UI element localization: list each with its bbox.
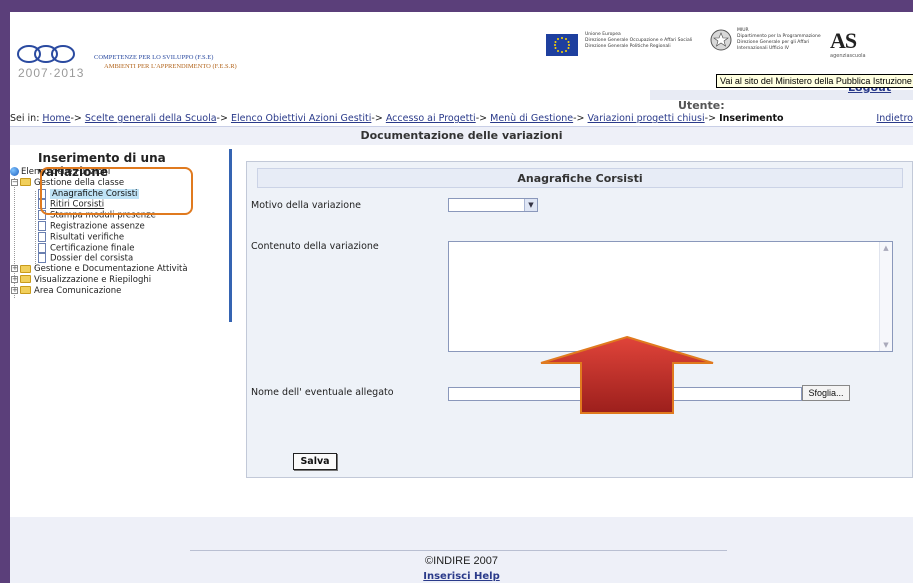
breadcrumb: Sei in: Home-> Scelte generali della Scu…	[10, 113, 913, 127]
contenuto-label: Contenuto della variazione	[251, 241, 379, 252]
tree-item-dossier[interactable]: Dossier del corsista	[10, 253, 228, 264]
miur-caption: MIUR Dipartimento per la Programmazione …	[737, 28, 821, 51]
copyright: ©INDIRE 2007	[425, 555, 498, 567]
ministry-tooltip: Vai al sito del Ministero della Pubblica…	[716, 74, 913, 88]
collapse-icon[interactable]: −	[11, 178, 18, 186]
allegato-label: Nome dell' eventuale allegato	[251, 387, 394, 398]
breadcrumb-separator: ->	[573, 113, 588, 124]
variation-form: Anagrafiche Corsisti Motivo della variaz…	[246, 161, 913, 478]
motivo-select[interactable]: ▼	[448, 198, 538, 212]
highlight-annotation	[40, 167, 193, 215]
breadcrumb-separator: ->	[704, 113, 720, 124]
expand-icon[interactable]: +	[11, 275, 18, 283]
logo-years: 2007·2013	[18, 66, 85, 80]
arrow-up-icon	[540, 335, 714, 414]
tree-item-label: Registrazione assenze	[50, 221, 145, 232]
footer-divider	[190, 550, 727, 551]
page-icon	[38, 220, 46, 231]
tree-group-label: Area Comunicazione	[34, 285, 122, 296]
logo-tagline-1: COMPETENZE PER LO SVILUPPO (F.S.E)	[94, 54, 214, 61]
page-frame: 2007·2013 COMPETENZE PER LO SVILUPPO (F.…	[10, 12, 913, 583]
page-icon	[38, 242, 46, 253]
folder-icon	[20, 264, 31, 273]
tree-item-label: Risultati verifiche	[50, 232, 125, 243]
tree-group-comunicazione[interactable]: + Area Comunicazione	[10, 286, 228, 297]
republic-emblem-icon[interactable]	[710, 28, 732, 52]
tree-item-assenze[interactable]: Registrazione assenze	[10, 220, 228, 232]
scroll-up-icon[interactable]: ▲	[880, 242, 892, 254]
folder-open-icon	[20, 178, 31, 187]
breadcrumb-prefix: Sei in:	[10, 113, 43, 124]
user-label: Utente:	[678, 99, 725, 112]
tree-item-label: Dossier del corsista	[50, 253, 134, 264]
save-button[interactable]: Salva	[293, 453, 337, 470]
motivo-label: Motivo della variazione	[251, 200, 361, 211]
tree-group-label: Gestione e Documentazione Attività	[34, 264, 188, 275]
breadcrumb-obiettivi[interactable]: Elenco Obiettivi Azioni Gestiti	[231, 113, 371, 124]
breadcrumb-home[interactable]: Home	[42, 113, 70, 124]
breadcrumb-current: Inserimento	[719, 113, 784, 124]
textarea-scrollbar[interactable]: ▲ ▼	[879, 242, 892, 351]
breadcrumb-progetti[interactable]: Accesso ai Progetti	[386, 113, 476, 124]
tree-group-visualizzazione[interactable]: + Visualizzazione e Riepiloghi	[10, 275, 228, 286]
page-title: Documentazione delle variazioni	[10, 127, 913, 145]
tree-group-label: Visualizzazione e Riepiloghi	[34, 274, 152, 285]
agenzia-scuola-caption: agenziascuola	[830, 53, 866, 59]
breadcrumb-scelte[interactable]: Scelte generali della Scuola	[85, 113, 217, 124]
browse-button[interactable]: Sfoglia...	[802, 385, 850, 401]
eu-flag-icon[interactable]	[546, 34, 578, 56]
page-icon	[38, 253, 46, 264]
back-link[interactable]: Indietro	[876, 113, 913, 124]
site-header: 2007·2013 COMPETENZE PER LO SVILUPPO (F.…	[10, 12, 913, 112]
logo-tagline-2: AMBIENTI PER L'APPRENDIMENTO (F.E.S.R)	[104, 63, 237, 70]
help-link[interactable]: Inserisci Help	[10, 571, 913, 582]
breadcrumb-menu[interactable]: Menù di Gestione	[490, 113, 573, 124]
breadcrumb-separator: ->	[475, 113, 491, 124]
breadcrumb-separator: ->	[216, 113, 231, 124]
expand-icon[interactable]: +	[11, 286, 18, 294]
globe-icon	[10, 167, 19, 176]
expand-icon[interactable]: +	[11, 265, 18, 273]
pon-logo[interactable]: 2007·2013 COMPETENZE PER LO SVILUPPO (F.…	[16, 42, 256, 82]
tree-item-certificazione[interactable]: Certificazione finale	[10, 242, 228, 254]
breadcrumb-separator: ->	[371, 113, 386, 124]
breadcrumb-separator: ->	[70, 113, 85, 124]
eu-caption: Unione Europea Direzione Generale Occupa…	[585, 32, 693, 49]
rings-logo-icon	[17, 45, 75, 63]
agenzia-scuola-logo[interactable]: AS	[830, 28, 857, 54]
tree-item-label: Certificazione finale	[50, 243, 135, 254]
chevron-down-icon[interactable]: ▼	[524, 199, 537, 211]
folder-icon	[20, 275, 31, 284]
page-icon	[38, 231, 46, 242]
breadcrumb-variazioni[interactable]: Variazioni progetti chiusi	[588, 113, 705, 124]
tree-item-verifiche[interactable]: Risultati verifiche	[10, 231, 228, 243]
scroll-down-icon[interactable]: ▼	[880, 339, 892, 351]
form-header: Anagrafiche Corsisti	[257, 168, 903, 188]
folder-icon	[20, 286, 31, 295]
tree-group-documentazione[interactable]: + Gestione e Documentazione Attività	[10, 264, 228, 275]
